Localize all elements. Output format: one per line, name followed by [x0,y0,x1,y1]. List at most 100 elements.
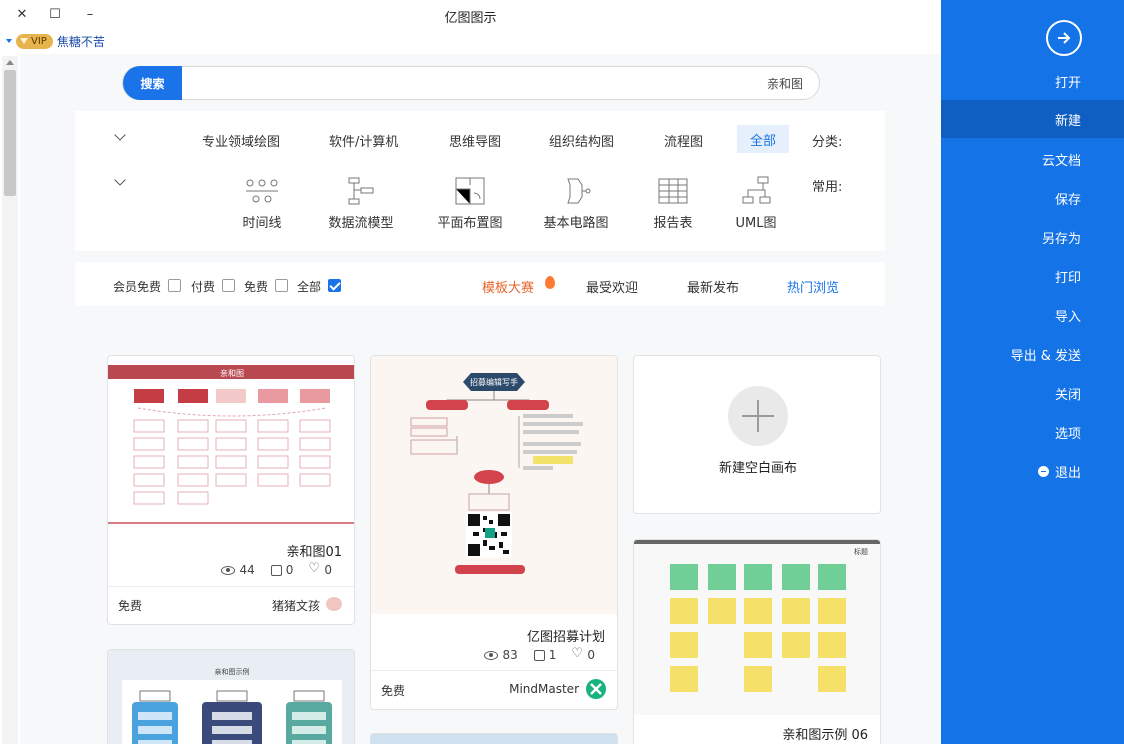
common-label: 常用: [812,180,843,195]
sidebar-item-save[interactable]: 保存 [941,179,1124,217]
thumb-title: 招募编辑写手 [470,377,518,387]
vip-label: VIP [31,35,47,47]
sort-hot[interactable]: 热门浏览 [787,277,839,296]
category-software[interactable]: 软件/计算机 [329,131,398,150]
template-card[interactable]: 亲和图示例 [107,649,355,744]
common-floor-plan[interactable]: 平面布置图 [430,212,510,231]
like-count: 1 [548,648,557,662]
title-bar: 亿图图示 ✕ ☐ – [0,0,941,30]
sidebar-item-import[interactable]: 导入 [941,296,1124,334]
filter-paid-checkbox[interactable] [222,279,235,292]
template-title: 亲和图示例 06 [782,728,868,743]
template-thumbnail: 招募编辑写手 [371,356,617,614]
heart-icon[interactable] [308,561,320,576]
sidebar-item-options[interactable]: 选项 [941,413,1124,451]
sidebar-item-save-as[interactable]: 另存为 [941,218,1124,256]
timeline-icon[interactable] [244,175,280,207]
template-title: 亲和图01 [286,545,342,560]
template-thumbnail: 亲和图 [108,356,354,526]
search-input[interactable]: 亲和图 [767,75,803,92]
filter-member-free-checkbox[interactable] [168,279,181,292]
sidebar-item-open[interactable]: 打开 [941,62,1124,100]
sidebar-item-cloud[interactable]: 云文档 [941,140,1124,178]
thumb-title: 标题 [854,547,868,556]
filter-paid-label: 付费 [191,280,216,294]
filter-free-label: 免费 [244,280,269,294]
window-title: 亿图图示 [444,11,497,26]
new-blank-canvas-label: 新建空白画布 [718,461,797,476]
close-button[interactable]: ✕ [12,5,32,23]
sidebar-item-close[interactable]: 关闭 [941,374,1124,412]
plus-icon [728,386,788,446]
view-count: 44 [239,563,255,577]
filter-all-label: 全部 [297,280,322,294]
data-flow-icon[interactable] [343,175,379,207]
heart-icon[interactable] [571,646,583,661]
sidebar-item-export[interactable]: 导出 & 发送 [941,335,1124,373]
common-report[interactable]: 报告表 [633,212,713,231]
author-name[interactable]: MindMaster [509,682,579,696]
template-card[interactable]: 标题 亲和图示例 06 [633,539,881,744]
divider [371,670,617,671]
thumbs-up-icon[interactable] [533,649,545,661]
like-count: 0 [285,563,294,577]
template-card[interactable]: 招募编辑写手 亿图招募计划 83 1 0 Min [370,355,618,710]
author-name[interactable]: 猪猪文孩 [272,597,320,614]
scrollbar-thumb[interactable] [4,70,16,196]
thumb-title: 亲和图示例 [215,667,250,676]
template-thumbnail: 标题 [634,540,880,715]
mindmaster-logo-icon [586,679,606,699]
diamond-icon [20,38,28,44]
flame-icon [545,276,555,289]
filter-member-free-label: 会员免费 [113,280,162,294]
backstage-sidebar: 打开 新建 云文档 保存 另存为 打印 导入 导出 & 发送 关闭 选项 退出 [941,0,1124,744]
template-stats: 44 0 0 [221,561,332,577]
scroll-up-arrow-icon[interactable] [6,60,14,65]
category-mind-map[interactable]: 思维导图 [449,131,501,150]
chevron-down-icon [6,39,12,43]
vip-badge: VIP [16,33,53,49]
template-card[interactable] [370,733,618,744]
circuit-icon[interactable] [558,175,594,207]
common-data-flow[interactable]: 数据流模型 [321,212,401,231]
search-box[interactable]: 搜索 亲和图 [122,66,820,100]
sort-latest[interactable]: 最新发布 [687,277,739,296]
category-all[interactable]: 全部 [737,125,789,153]
exit-icon [1037,465,1049,477]
maximize-button[interactable]: ☐ [45,5,65,23]
filter-all-checkbox[interactable] [328,279,341,292]
common-uml[interactable]: UML图 [716,212,796,231]
filter-free-checkbox[interactable] [275,279,288,292]
favorite-count: 0 [587,648,595,662]
sidebar-item-print[interactable]: 打印 [941,257,1124,295]
author-avatar [326,597,342,611]
category-professional[interactable]: 专业领域绘图 [202,131,280,150]
category-flowchart[interactable]: 流程图 [664,131,703,150]
user-name[interactable]: 焦糖不苦 [57,33,105,50]
sidebar-item-exit-label: 退出 [1054,465,1081,481]
back-button[interactable] [1046,20,1082,56]
user-menu[interactable]: VIP 焦糖不苦 [6,32,105,50]
common-circuit[interactable]: 基本电路图 [536,212,616,231]
thumbs-up-icon[interactable] [270,564,282,576]
common-timeline[interactable]: 时间线 [222,212,302,231]
new-blank-canvas-card[interactable]: 新建空白画布 [633,355,881,514]
category-label: 分类: [812,135,843,150]
category-org-chart[interactable]: 组织结构图 [549,131,614,150]
template-thumbnail: 亲和图示例 [108,650,354,744]
template-card[interactable]: 亲和图 亲和图01 44 0 0 猪猪文孩 免费 [107,355,355,625]
report-table-icon[interactable] [655,175,691,207]
uml-icon[interactable] [738,175,774,207]
eye-icon [221,565,236,575]
divider [108,586,354,587]
arrow-right-icon [1058,32,1071,44]
sidebar-item-exit[interactable]: 退出 [941,452,1124,490]
search-button[interactable]: 搜索 [123,66,182,100]
sidebar-item-new[interactable]: 新建 [941,100,1124,138]
minimize-button[interactable]: – [80,5,100,23]
view-count: 83 [502,648,518,662]
sort-popular[interactable]: 最受欢迎 [586,277,638,296]
template-stats: 83 1 0 [484,646,595,662]
sort-contest[interactable]: 模板大赛 [482,277,534,296]
floor-plan-icon[interactable] [452,175,488,207]
